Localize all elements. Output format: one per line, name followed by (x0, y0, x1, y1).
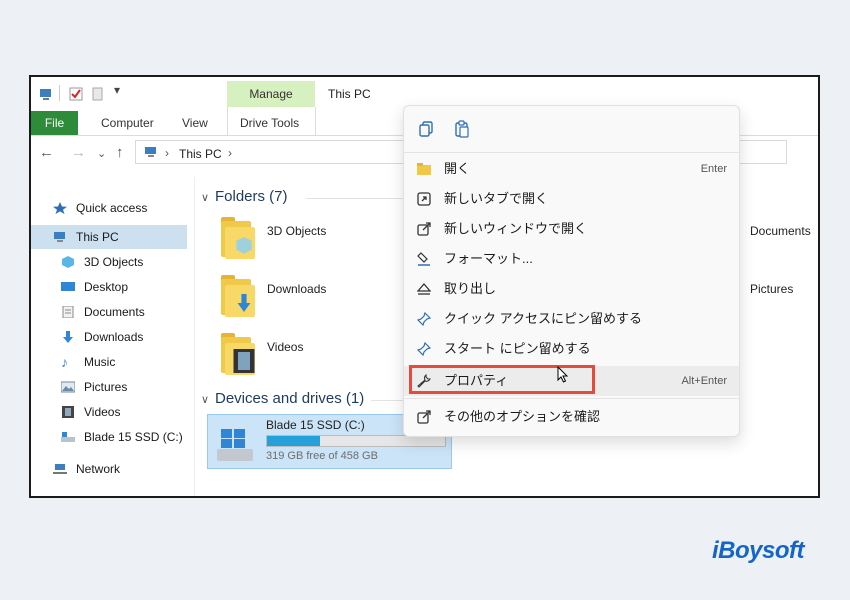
drive-free-space: 319 GB free of 458 GB (266, 450, 378, 462)
sidebar-item-label: Documents (84, 305, 145, 319)
folder-name[interactable]: Pictures (750, 282, 793, 296)
sidebar-item-label: Blade 15 SSD (C:) (84, 430, 183, 444)
up-button[interactable]: ↑ (116, 144, 124, 161)
new-folder-icon[interactable] (91, 87, 105, 101)
breadcrumb-this-pc[interactable]: This PC (179, 147, 222, 161)
menu-item-label: スタート にピン留めする (444, 341, 591, 356)
customize-toolbar-dropdown[interactable]: ▾ (114, 83, 120, 97)
manage-tab[interactable]: Manage (227, 87, 315, 101)
menu-item-more-options[interactable]: その他のオプションを確認 (404, 403, 739, 431)
sidebar-item-blade-ssd[interactable]: Blade 15 SSD (C:) (61, 426, 221, 448)
iboysoft-logo: iBoysoft (712, 537, 805, 564)
sidebar-item-music[interactable]: ♪ Music (61, 351, 221, 373)
network-icon (53, 464, 67, 474)
menu-item-pin-start[interactable]: スタート にピン留めする (404, 335, 739, 363)
cube-icon (62, 256, 74, 268)
folder-name[interactable]: Videos (267, 340, 303, 354)
menu-item-format[interactable]: フォーマット... (404, 245, 739, 273)
collapse-folders-chevron[interactable]: ∨ (201, 191, 209, 204)
picture-icon (61, 381, 75, 393)
format-icon (417, 252, 430, 266)
forward-button[interactable]: → (71, 144, 86, 161)
folder-open-icon (417, 163, 431, 175)
menu-item-shortcut: Alt+Enter (681, 375, 727, 387)
folder-name[interactable]: Downloads (267, 282, 326, 296)
sidebar-item-label: This PC (76, 230, 119, 244)
sidebar-item-network[interactable]: Network (53, 458, 213, 480)
sidebar-item-label: Downloads (84, 330, 144, 344)
drive-usage-fill (267, 436, 321, 446)
back-button[interactable]: ← (39, 144, 54, 161)
pin-start-icon (417, 342, 431, 356)
menu-item-label: 開く (444, 161, 471, 176)
menu-item-label: 新しいタブで開く (444, 191, 549, 206)
new-window-icon (417, 222, 431, 236)
download-arrow-icon (63, 331, 73, 343)
document-icon (62, 306, 74, 318)
eject-icon (417, 283, 431, 295)
tab-view[interactable]: View (182, 116, 208, 130)
menu-item-label: 取り出し (444, 281, 497, 296)
menu-item-eject[interactable]: 取り出し (404, 275, 739, 303)
menu-item-open-new-tab[interactable]: 新しいタブで開く (404, 185, 739, 213)
menu-item-label: フォーマット... (444, 251, 533, 266)
computer-icon (145, 147, 156, 157)
sidebar-item-this-pc[interactable]: This PC (53, 226, 213, 248)
menu-item-label: クイック アクセスにピン留めする (444, 311, 642, 326)
menu-item-pin-quick-access[interactable]: クイック アクセスにピン留めする (404, 305, 739, 333)
copy-icon[interactable] (418, 121, 434, 137)
sidebar-item-label: Network (76, 462, 121, 476)
mouse-cursor-icon (557, 366, 569, 383)
film-icon (62, 406, 74, 418)
sidebar-item-3d-objects[interactable]: 3D Objects (61, 251, 221, 273)
pin-icon (417, 312, 431, 326)
drive-name: Blade 15 SSD (C:) (266, 418, 365, 432)
folder-name[interactable]: 3D Objects (267, 224, 326, 238)
folder-name[interactable]: Documents (750, 224, 811, 238)
sidebar-item-label: 3D Objects (84, 255, 144, 269)
breadcrumb-separator[interactable]: › (228, 146, 232, 160)
devices-heading[interactable]: Devices and drives (1) (215, 390, 364, 407)
music-note-icon: ♪ (61, 354, 68, 370)
tab-drive-tools[interactable]: Drive Tools (240, 116, 299, 130)
sidebar-item-pictures[interactable]: Pictures (61, 376, 221, 398)
sidebar-item-label: Videos (84, 405, 121, 419)
folder-downloads-icon[interactable] (221, 275, 257, 317)
menu-item-open-new-window[interactable]: 新しいウィンドウで開く (404, 215, 739, 243)
properties-check-icon[interactable] (69, 87, 83, 101)
computer-icon (54, 232, 65, 242)
sidebar-item-videos[interactable]: Videos (61, 401, 221, 423)
new-tab-icon (417, 192, 431, 206)
folder-3d-objects-icon[interactable] (221, 217, 257, 259)
menu-item-label: 新しいウィンドウで開く (444, 221, 588, 236)
folders-heading[interactable]: Folders (7) (215, 188, 288, 205)
menu-item-label: その他のオプションを確認 (444, 409, 601, 424)
collapse-devices-chevron[interactable]: ∨ (201, 393, 209, 406)
star-icon (53, 202, 67, 214)
window-title: This PC (328, 87, 371, 101)
sidebar-item-downloads[interactable]: Downloads (61, 326, 221, 348)
file-tab[interactable]: File (31, 111, 78, 135)
sidebar-item-label: Music (84, 355, 116, 369)
menu-item-shortcut: Enter (700, 163, 727, 175)
computer-small-icon[interactable] (39, 87, 53, 101)
sidebar-item-documents[interactable]: Documents (61, 301, 221, 323)
menu-item-open[interactable]: 開く Enter (404, 155, 739, 183)
tab-computer[interactable]: Computer (101, 116, 154, 130)
more-options-icon (417, 410, 431, 424)
folder-videos-icon[interactable] (221, 333, 257, 375)
sidebar-item-label: Pictures (84, 380, 128, 394)
sidebar-item-quick-access[interactable]: Quick access (53, 197, 213, 219)
desktop-icon (61, 282, 75, 291)
sidebar-item-label: Desktop (84, 280, 129, 294)
sidebar-item-desktop[interactable]: Desktop (61, 276, 221, 298)
sidebar-item-label: Quick access (76, 201, 148, 215)
windows-drive-icon (217, 429, 253, 461)
recent-locations-dropdown[interactable]: ⌄ (97, 147, 106, 160)
paste-icon[interactable] (454, 120, 470, 138)
breadcrumb-separator: › (165, 146, 169, 160)
drive-icon (61, 432, 75, 442)
